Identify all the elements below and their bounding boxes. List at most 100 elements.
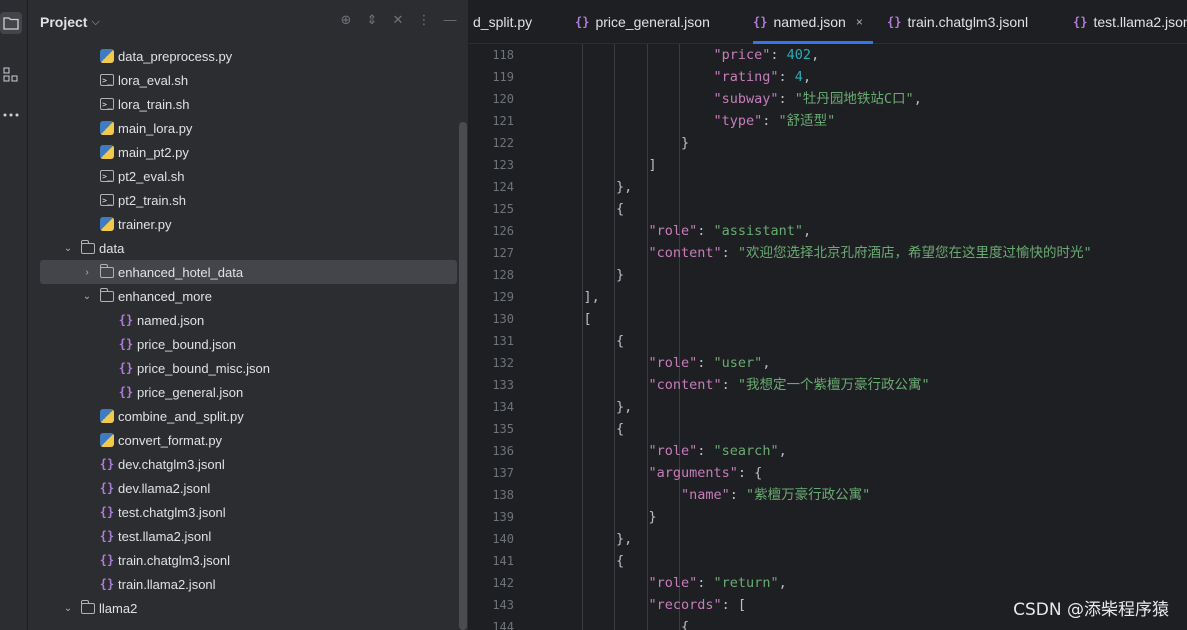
json-file-icon: {}	[118, 361, 134, 375]
line-number: 128	[492, 268, 514, 282]
code-area[interactable]: "price": 402, "rating": 4, "subway": "牡丹园地…	[551, 44, 1187, 630]
code-token: }	[616, 267, 625, 283]
tree-item-label: trainer.py	[118, 216, 172, 232]
code-line: "role": "search",	[551, 440, 1187, 462]
code-token: "type"	[713, 113, 763, 129]
code-line: "name": "紫檀万豪行政公寓"	[551, 484, 1187, 506]
tree-folder[interactable]: ⌄ llama2	[28, 596, 458, 620]
code-token: [	[583, 311, 592, 327]
editor-tab[interactable]: {} named.json ×	[753, 0, 873, 44]
code-token: {	[616, 421, 625, 437]
code-token: ,	[913, 91, 922, 107]
chevron-down-icon[interactable]: ⌄	[62, 243, 74, 254]
tree-file[interactable]: trainer.py	[28, 212, 458, 236]
tree-file[interactable]: combine_and_split.py	[28, 404, 458, 428]
line-number: 132	[492, 356, 514, 370]
chevron-down-icon[interactable]: ⌄	[81, 291, 93, 302]
chevron-down-icon[interactable]: ⌵	[91, 16, 99, 29]
tree-file[interactable]: {} dev.llama2.jsonl	[28, 476, 458, 500]
tree-file[interactable]: {} price_general.json	[28, 380, 458, 404]
tree-file[interactable]: main_pt2.py	[28, 140, 458, 164]
json-file-icon: {}	[1073, 15, 1088, 29]
tree-file[interactable]: {} price_bound.json	[28, 332, 458, 356]
tree-item-label: combine_and_split.py	[118, 408, 244, 424]
tree-item-label: price_general.json	[137, 384, 244, 400]
code-line: ]	[551, 154, 1187, 176]
structure-icon[interactable]	[0, 64, 22, 86]
tree-item-label: convert_format.py	[118, 432, 223, 448]
code-line: {	[551, 198, 1187, 220]
code-line: "type": "舒适型"	[551, 110, 1187, 132]
tree-file[interactable]: {} named.json	[28, 308, 458, 332]
tree-folder[interactable]: ⌄ data	[28, 236, 458, 260]
tree-file[interactable]: main_lora.py	[28, 116, 458, 140]
code-line: "rating": 4,	[551, 66, 1187, 88]
code-token: ,	[778, 443, 787, 459]
tree-file[interactable]: convert_format.py	[28, 428, 458, 452]
line-number: 127	[492, 246, 514, 260]
tree-file[interactable]: {} test.llama2.jsonl	[28, 524, 458, 548]
code-token: {	[616, 201, 625, 217]
line-number: 124	[492, 180, 514, 194]
code-token: :	[697, 575, 714, 591]
code-token: :	[762, 113, 779, 129]
json-file-icon: {}	[99, 505, 115, 519]
line-number: 144	[492, 620, 514, 630]
tree-file[interactable]: {} price_bound_misc.json	[28, 356, 458, 380]
line-number: 123	[492, 158, 514, 172]
tree-file[interactable]: >_ pt2_eval.sh	[28, 164, 458, 188]
tree-file[interactable]: {} dev.chatglm3.jsonl	[28, 452, 458, 476]
tree-file[interactable]: >_ lora_train.sh	[28, 92, 458, 116]
more-tools-icon[interactable]	[0, 104, 22, 126]
tab-label: d_split.py	[473, 14, 533, 30]
project-actions: ⊕ ⇕ ✕ ⋮ —	[338, 12, 458, 28]
tree-item-label: test.chatglm3.jsonl	[118, 504, 226, 520]
code-token: {	[616, 553, 625, 569]
editor-tab[interactable]: {} test.llama2.jsonl	[1073, 0, 1187, 44]
code-line: {	[551, 550, 1187, 572]
chevron-down-icon[interactable]: ⌄	[62, 603, 74, 614]
editor-tab[interactable]: {} train.chatglm3.jsonl	[887, 0, 1028, 44]
tree-file[interactable]: {} train.chatglm3.jsonl	[28, 548, 458, 572]
json-file-icon: {}	[753, 15, 768, 29]
tree-file[interactable]: {} test.chatglm3.jsonl	[28, 500, 458, 524]
line-number: 122	[492, 136, 514, 150]
code-token: "content"	[648, 245, 722, 261]
minimize-icon[interactable]: —	[442, 12, 458, 28]
code-line: "role": "user",	[551, 352, 1187, 374]
code-line: [	[551, 308, 1187, 330]
folder-icon	[80, 239, 96, 256]
tree-folder[interactable]: ⌄ enhanced_more	[28, 284, 458, 308]
chevron-right-icon[interactable]: ›	[81, 267, 93, 278]
line-number: 119	[492, 70, 514, 84]
crosshair-icon[interactable]: ⊕	[338, 12, 354, 28]
editor-tab[interactable]: d_split.py	[473, 0, 532, 44]
shell-file-icon: >_	[99, 168, 115, 184]
close-tab-icon[interactable]: ×	[856, 15, 863, 29]
more-icon[interactable]: ⋮	[416, 12, 432, 28]
line-number: 141	[492, 554, 514, 568]
project-header: Project ⌵ ⊕ ⇕ ✕ ⋮ —	[28, 0, 468, 44]
line-number: 135	[492, 422, 514, 436]
code-token: "欢迎您选择北京孔府酒店，希望您在这里度过愉快的时光"	[737, 245, 1092, 261]
editor-tab[interactable]: {} price_general.json	[575, 0, 710, 44]
project-folder-icon[interactable]	[0, 12, 22, 34]
project-title[interactable]: Project	[40, 14, 87, 30]
code-line: },	[551, 396, 1187, 418]
tree-folder[interactable]: › enhanced_hotel_data	[40, 260, 457, 284]
code-token: ,	[811, 47, 820, 63]
collapse-all-icon[interactable]: ✕	[390, 12, 406, 28]
python-file-icon	[99, 120, 115, 136]
code-line: }	[551, 132, 1187, 154]
code-line: },	[551, 528, 1187, 550]
code-token: "舒适型"	[778, 113, 836, 129]
tree-file[interactable]: >_ lora_eval.sh	[28, 68, 458, 92]
tree-file[interactable]: {} train.llama2.jsonl	[28, 572, 458, 596]
tree-file[interactable]: data_preprocess.py	[28, 44, 458, 68]
project-scrollbar[interactable]	[459, 122, 467, 630]
tree-file[interactable]: >_ pt2_train.sh	[28, 188, 458, 212]
expand-collapse-icon[interactable]: ⇕	[364, 12, 380, 28]
code-token: {	[681, 619, 690, 630]
code-line: "subway": "牡丹园地铁站C口",	[551, 88, 1187, 110]
tree-item-label: pt2_eval.sh	[118, 168, 185, 184]
